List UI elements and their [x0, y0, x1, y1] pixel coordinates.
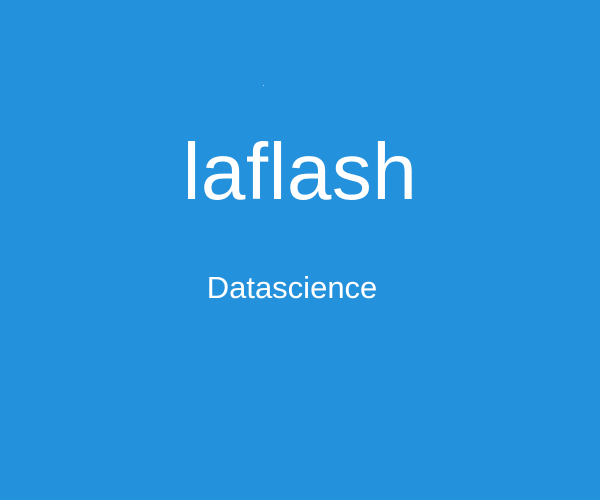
background-speck — [263, 85, 264, 86]
title-card: laflash Datascience — [0, 0, 600, 500]
brand-title: laflash — [182, 127, 418, 216]
brand-subtitle: Datascience — [206, 270, 378, 305]
